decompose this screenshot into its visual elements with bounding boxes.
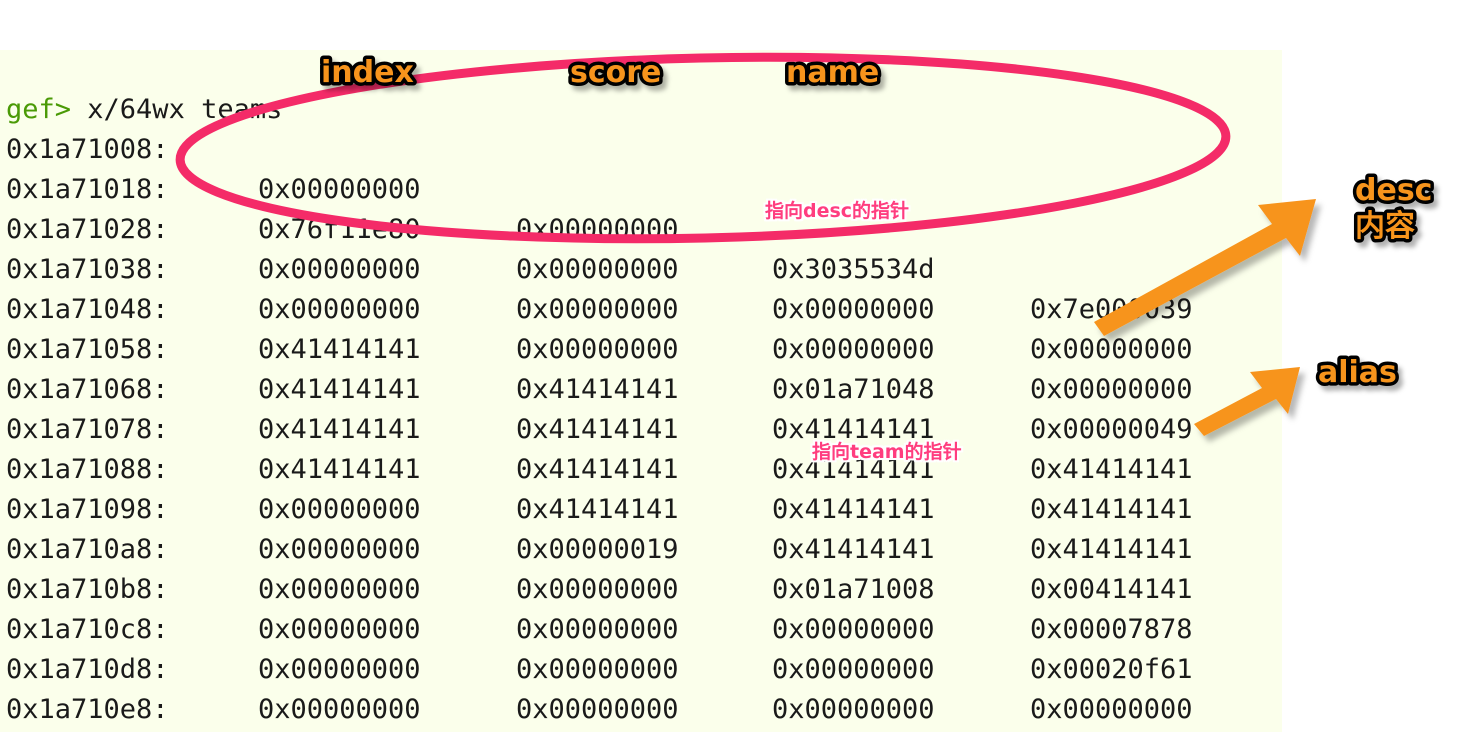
memory-row: 0x1a71068: 0x41414141 0x41414141 0x41414… xyxy=(0,330,1282,565)
side-label-neirong-text: 内容 xyxy=(1355,209,1415,244)
memory-row: 0x1a710d8: 0x00000000 0x00000000 0x00000… xyxy=(0,610,1282,725)
memory-row: 0x1a71048: 0x41414141 0x41414141 0x41414… xyxy=(0,250,1282,485)
memory-row: 0x1a710a8: 0x00000000 0x00000000 0x00000… xyxy=(0,490,1282,725)
memory-row: 0x1a71098: 0x00000000 0x00000000 0x00000… xyxy=(0,450,1282,685)
side-label-desc-text: desc xyxy=(1355,173,1432,208)
memory-row: 0x1a71058: 0x41414141 0x41414141 0x41414… xyxy=(0,290,1282,525)
pointer-note-desc: 指向desc的指针 xyxy=(765,200,910,222)
memory-row: 0x1a710e8: 0x00000000 0x00000000 0x00000… xyxy=(0,650,1282,725)
memory-row: 0x1a71018: 0x76f11e80 0x00000000 0x00000… xyxy=(0,130,1282,365)
terminal-command-line: gef> x/64wx teams xyxy=(0,50,1282,125)
screenshot-root: gef> x/64wx teams 0x1a71008: 0x00000000 … xyxy=(0,0,1474,732)
side-label-desc: desc 内容 xyxy=(1352,170,1436,248)
terminal-output-panel: gef> x/64wx teams 0x1a71008: 0x00000000 … xyxy=(0,50,1282,732)
memory-row: 0x1a710f8: 0x00000000 0x00000000 0x00000… xyxy=(0,690,1282,730)
pointer-note-team: 指向team的指针 xyxy=(812,441,962,463)
memory-row: 0x1a710b8: 0x00000000 0x00000000 0x00000… xyxy=(0,530,1282,725)
memory-row: 0x1a71028: 0x00000000 0x00000000 0x00000… xyxy=(0,170,1282,405)
side-label-alias: alias xyxy=(1315,352,1401,394)
memory-row: 0x1a71078: 0x41414141 0x41414141 0x41414… xyxy=(0,370,1282,605)
memory-row: 0x1a71038: 0x00000000 0x00000000 0x01a71… xyxy=(0,210,1282,445)
memory-row: 0x1a71008: 0x00000000 0x00000000 0x30355… xyxy=(0,90,1282,325)
memory-row: 0x1a71088: 0x00000000 0x00000019 0x01a71… xyxy=(0,410,1282,645)
memory-row: 0x1a710c8: 0x00000000 0x00000000 0x00000… xyxy=(0,570,1282,725)
side-label-alias-text: alias xyxy=(1318,355,1397,390)
